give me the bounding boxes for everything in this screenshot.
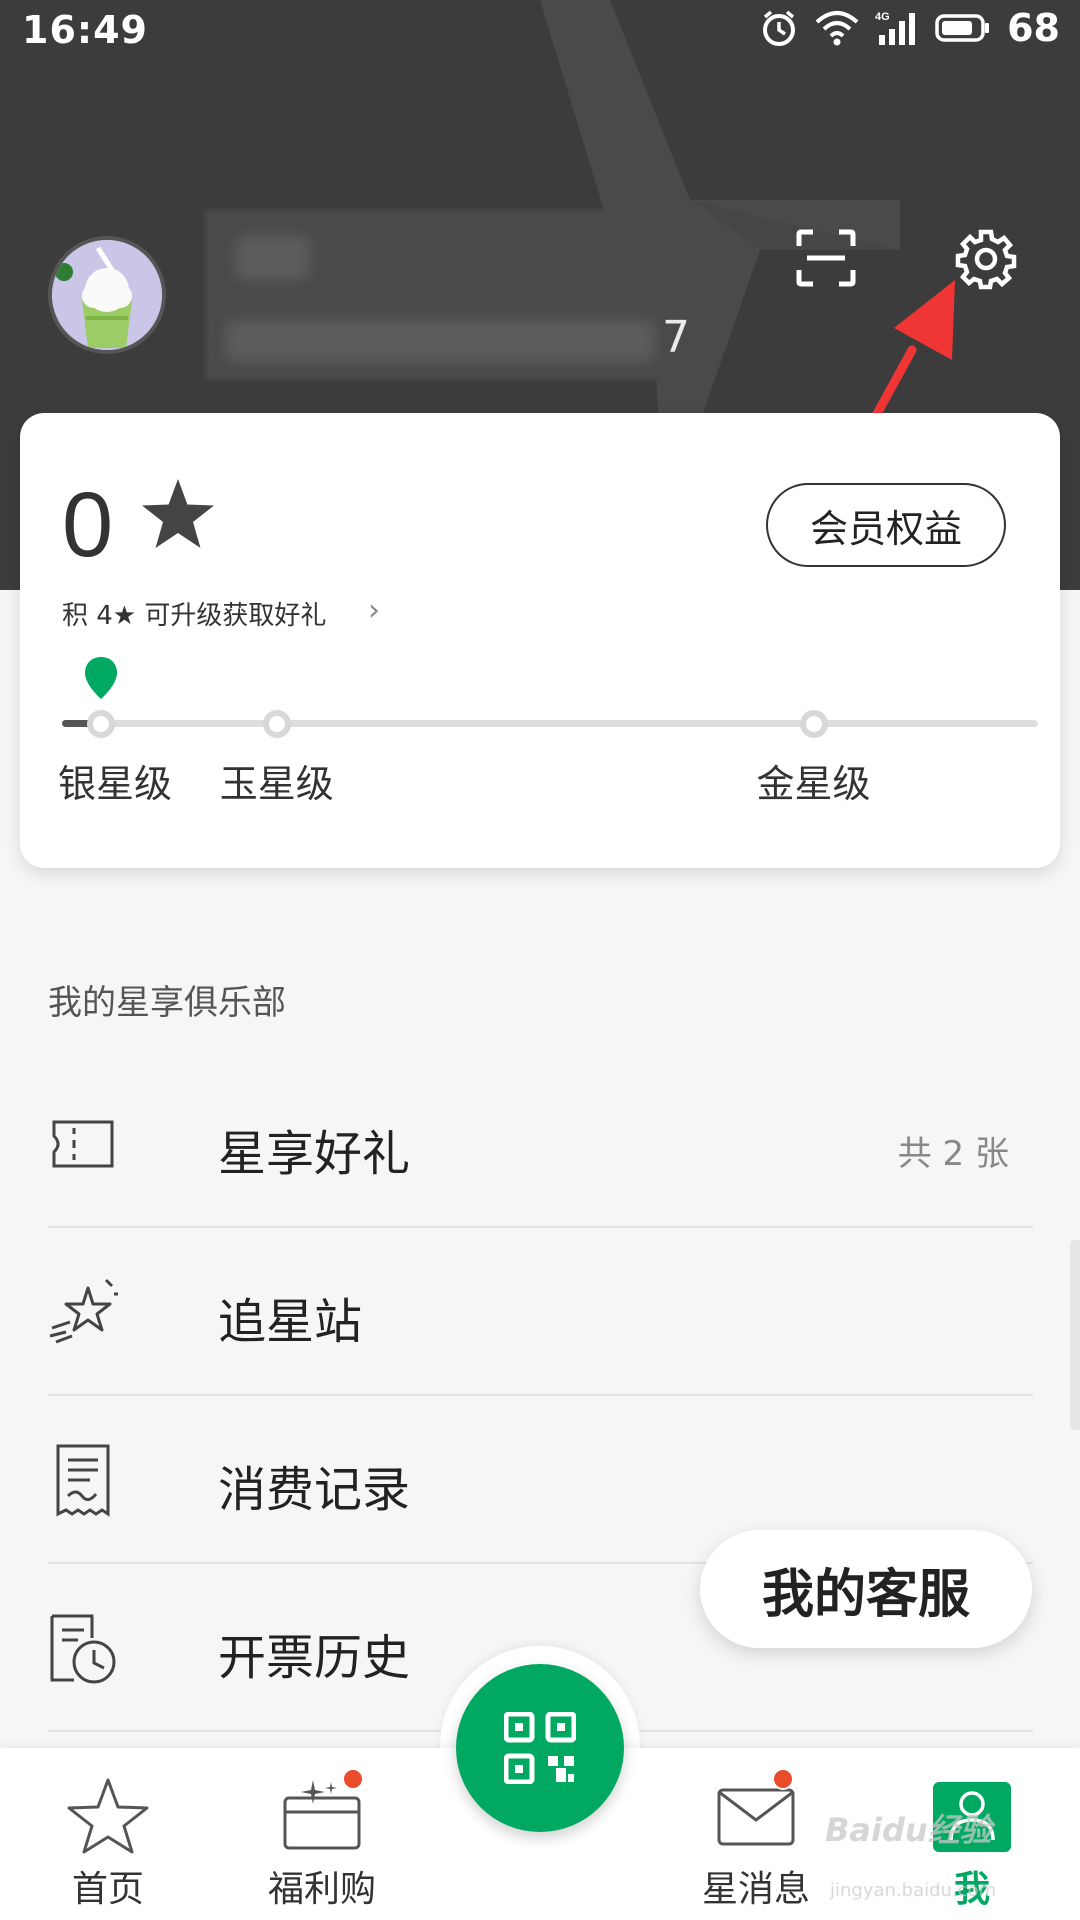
chevron-right-icon[interactable]: ›: [368, 593, 380, 628]
scan-icon[interactable]: [795, 228, 857, 288]
network-type: 4G: [875, 11, 890, 23]
notification-badge: [772, 1768, 794, 1790]
shooting-star-icon: [49, 1278, 118, 1344]
obscured-profile-info: [205, 210, 665, 380]
location-pin-icon: [85, 657, 118, 699]
scrollbar[interactable]: [1070, 1240, 1080, 1430]
watermark-url: jingyan.baidu.com: [830, 1880, 997, 1901]
avatar-drink-image: [52, 240, 162, 350]
list-item-label: 消费记录: [218, 1462, 411, 1518]
club-section-title: 我的星享俱乐部: [48, 983, 286, 1023]
nav-home[interactable]: 首页: [18, 1748, 198, 1920]
nav-benefits-shop[interactable]: 福利购: [232, 1748, 412, 1920]
tier-node: [799, 710, 828, 738]
home-star-icon: [67, 1778, 149, 1854]
tier-node: [87, 710, 116, 738]
invoice-history-icon: [50, 1614, 116, 1684]
tier-label: 玉星级: [219, 762, 334, 806]
alarm-icon: [763, 10, 796, 46]
list-item-label: 开票历史: [218, 1630, 411, 1686]
list-item-star-station[interactable]: 追星站: [48, 1228, 1033, 1396]
battery-icon: [935, 14, 990, 42]
status-bar: 16:49 4G 68: [0, 0, 1080, 60]
star-count: 0: [62, 474, 114, 576]
coupon-icon: [52, 1120, 114, 1168]
qr-code-button[interactable]: [456, 1664, 624, 1832]
signal-icon: 4G: [875, 11, 916, 45]
wifi-icon: [815, 11, 859, 46]
nav-label: 星消息: [701, 1869, 810, 1910]
battery-level: 68: [1007, 6, 1060, 50]
tier-progress-track: [62, 720, 1038, 727]
list-item-label: 追星站: [218, 1294, 363, 1350]
member-level-card: 0 会员权益 积 4★ 可升级获取好礼 › 银星级 玉星级 金星级: [20, 413, 1060, 868]
tier-node: [262, 710, 291, 738]
member-benefits-button[interactable]: 会员权益: [766, 483, 1006, 567]
status-icons: 4G 68: [759, 6, 1060, 50]
upgrade-hint-link[interactable]: 积 4★ 可升级获取好礼: [62, 595, 326, 632]
nav-label: 福利购: [267, 1869, 376, 1910]
status-time: 16:49: [22, 8, 148, 52]
watermark: Baidu经验: [825, 1811, 992, 1849]
nav-label: 首页: [71, 1869, 144, 1910]
list-item-label: 星享好礼: [218, 1126, 411, 1182]
star-icon: [142, 479, 214, 548]
receipt-icon: [56, 1444, 110, 1517]
qr-code-icon: [504, 1712, 576, 1784]
tier-label: 金星级: [756, 762, 871, 806]
member-number-suffix: 7: [662, 312, 690, 363]
notification-badge: [342, 1768, 364, 1790]
list-item-star-rewards[interactable]: 星享好礼 共 2 张: [48, 1060, 1033, 1228]
avatar[interactable]: [48, 236, 166, 354]
coupon-count: 共 2 张: [897, 1134, 1009, 1174]
customer-service-button[interactable]: 我的客服: [700, 1530, 1032, 1648]
tier-label: 银星级: [58, 762, 173, 806]
nav-messages[interactable]: 星消息: [666, 1748, 846, 1920]
